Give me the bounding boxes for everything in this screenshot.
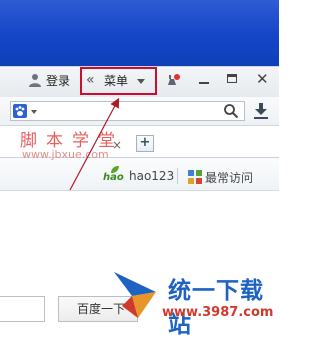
- page-search-input[interactable]: [0, 296, 45, 322]
- bookmark-separator: [177, 168, 178, 184]
- user-icon[interactable]: [28, 73, 42, 87]
- watermark-url: www.jbxue.com: [22, 148, 109, 161]
- login-button[interactable]: 登录: [46, 74, 70, 88]
- notification-icon[interactable]: [166, 73, 180, 87]
- site-url: www.3987.com: [162, 305, 274, 320]
- search-icon[interactable]: [223, 103, 239, 119]
- grid-icon[interactable]: [188, 170, 202, 184]
- minimize-icon[interactable]: [199, 82, 209, 84]
- engine-dropdown-caret-icon[interactable]: [31, 110, 37, 114]
- paw-icon[interactable]: [13, 104, 27, 118]
- menu-highlight-box: [80, 67, 157, 95]
- close-icon[interactable]: ✕: [256, 72, 269, 87]
- bookmark-hao123[interactable]: hao123: [129, 169, 174, 183]
- new-tab-button[interactable]: +: [136, 135, 154, 152]
- bookmark-most-visited[interactable]: 最常访问: [205, 169, 253, 186]
- desktop-background: [0, 0, 279, 66]
- maximize-icon[interactable]: [227, 74, 237, 83]
- download-icon[interactable]: [251, 101, 271, 121]
- search-input[interactable]: [10, 101, 245, 121]
- hao123-logo[interactable]: hao: [103, 172, 124, 183]
